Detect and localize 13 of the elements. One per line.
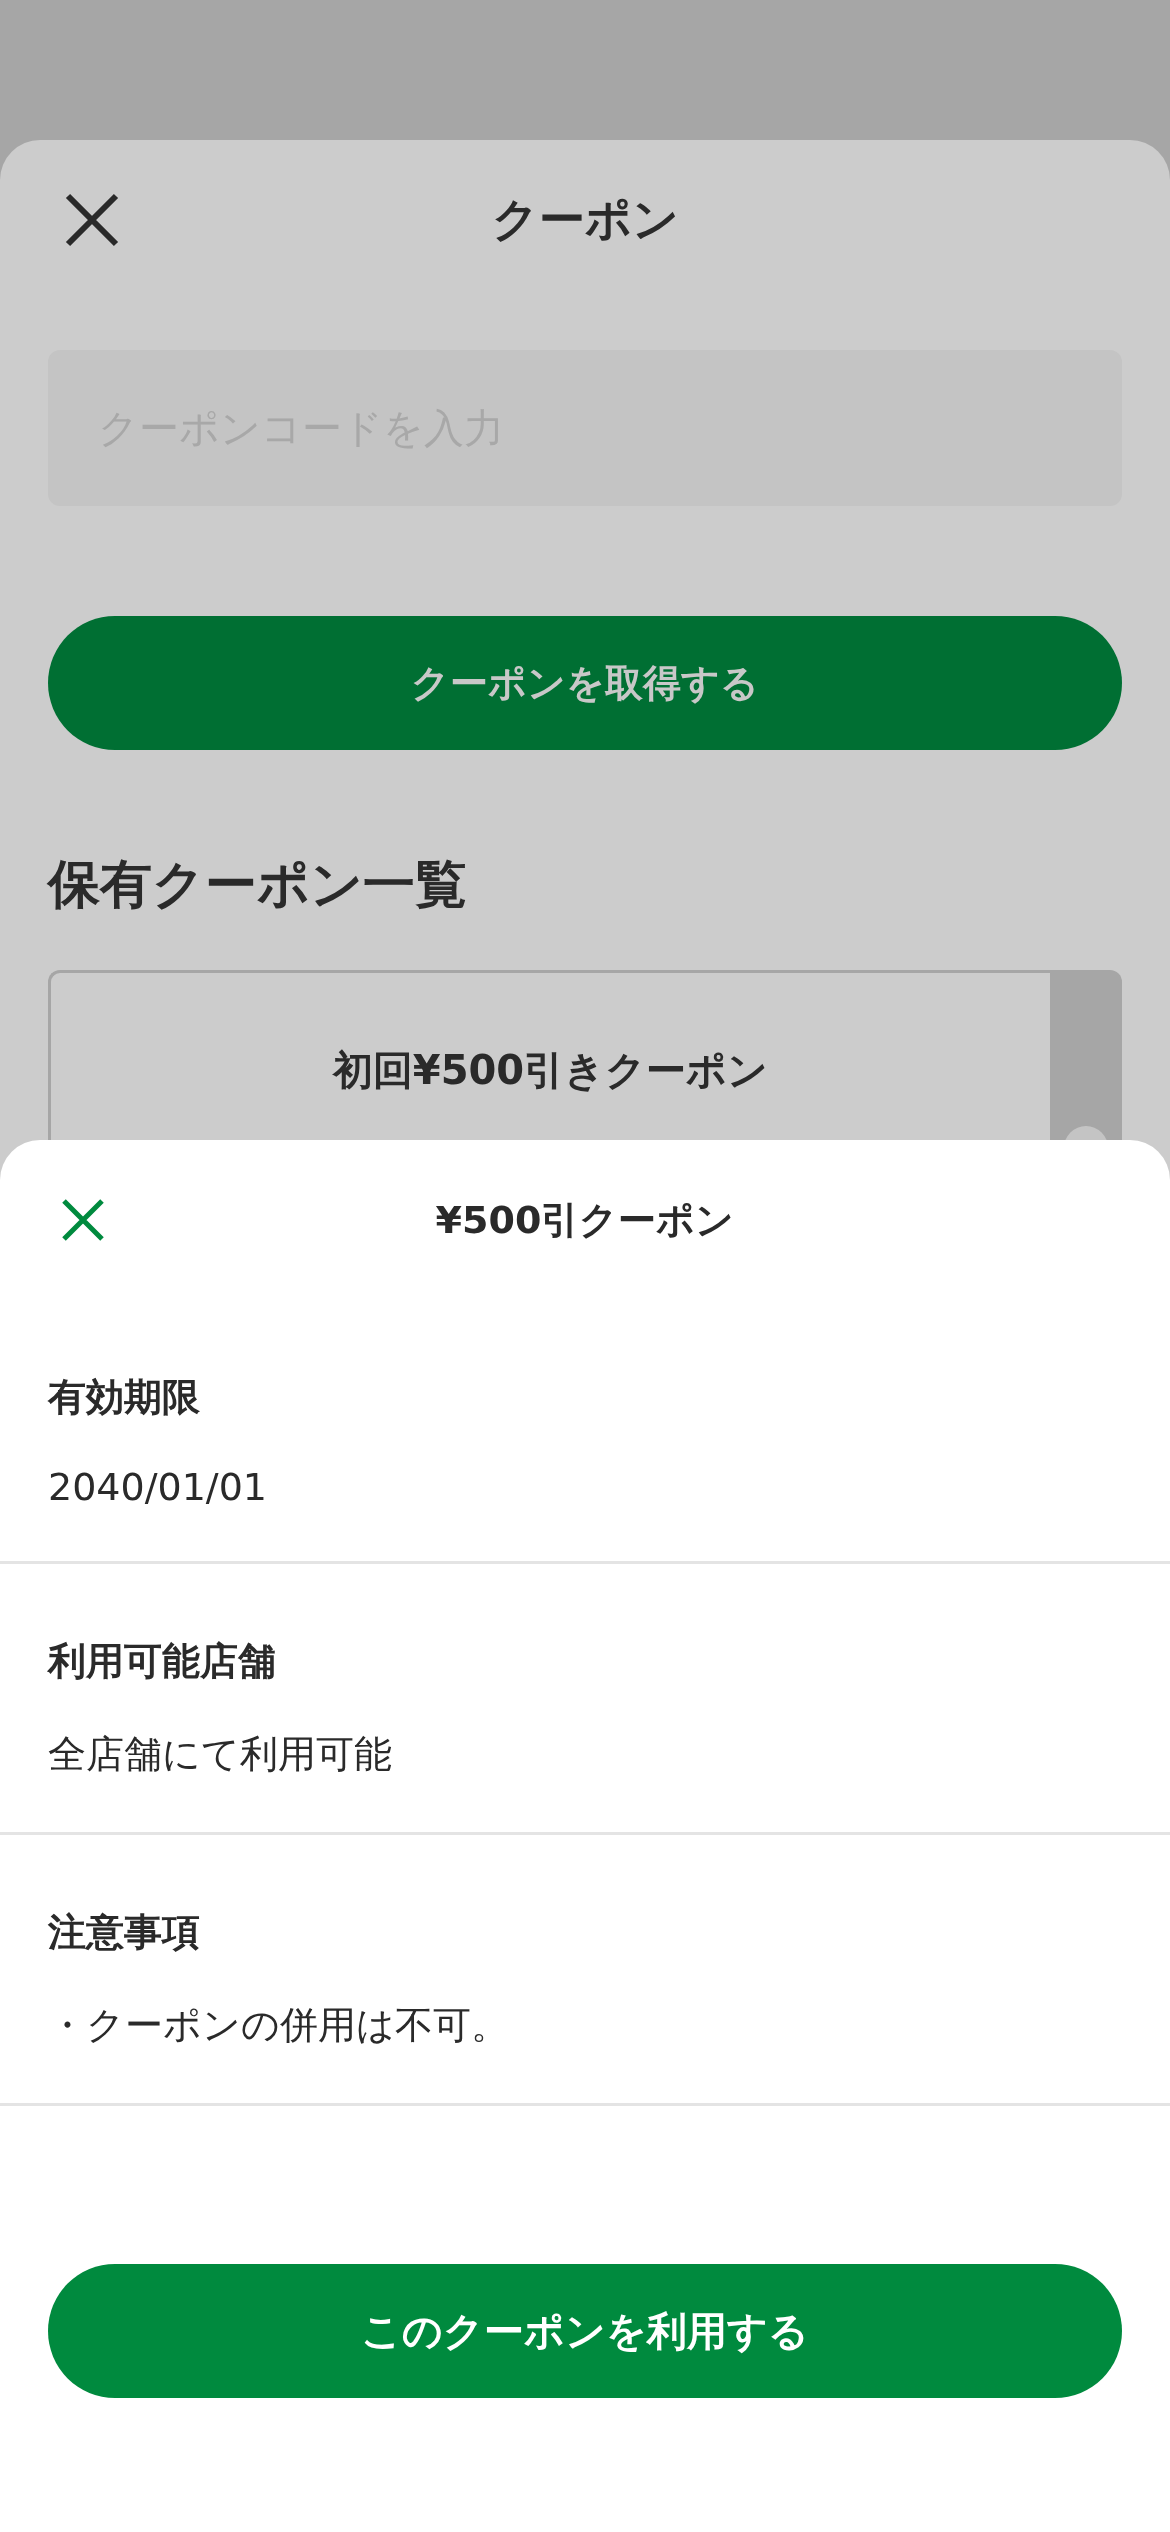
get-coupon-button[interactable]: クーポンを取得する [48, 616, 1122, 750]
detail-value: 全店舗にて利用可能 [48, 1731, 393, 1778]
detail-label: 注意事項 [48, 1909, 201, 1956]
detail-value: ・クーポンの併用は不可。 [48, 2002, 510, 2049]
use-coupon-button[interactable]: このクーポンを利用する [48, 2264, 1122, 2398]
coupon-name: 初回¥500引きクーポン [332, 1046, 769, 1095]
section-heading: 保有クーポン一覧 [48, 853, 468, 916]
close-icon[interactable] [60, 1197, 106, 1243]
detail-value: 2040/01/01 [48, 1465, 269, 1509]
detail-label: 有効期限 [48, 1374, 201, 1421]
detail-label: 利用可能店舗 [48, 1638, 277, 1685]
screen-title: クーポン [491, 191, 679, 248]
sheet-title: ¥500引クーポン [435, 1196, 735, 1244]
